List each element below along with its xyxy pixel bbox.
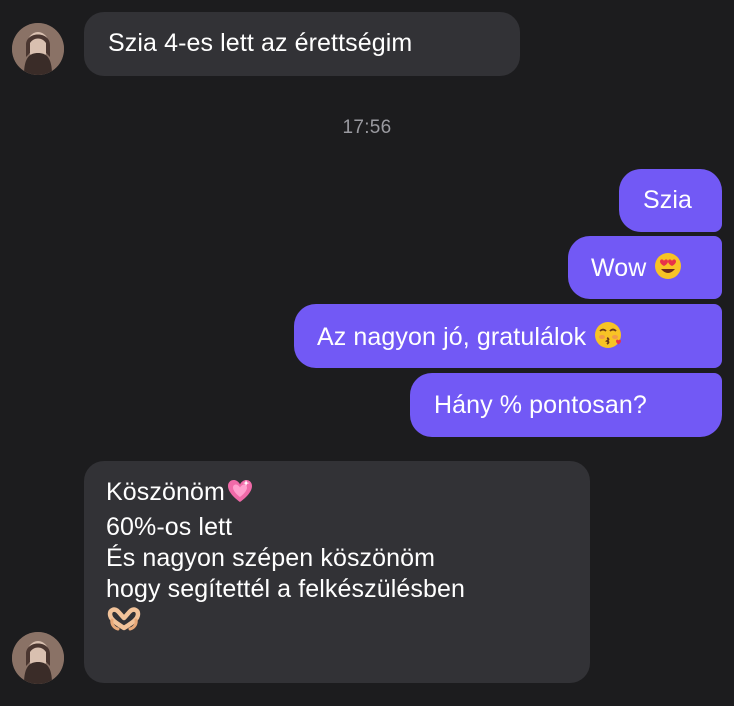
contact-avatar[interactable] [12, 23, 64, 75]
timestamp: 17:56 [342, 117, 392, 138]
outgoing-message-bubble[interactable]: Wow [568, 236, 722, 299]
message-line: Köszönöm [106, 477, 590, 512]
message-line [106, 605, 590, 640]
message-text: Szia [643, 186, 693, 214]
outgoing-message-bubble[interactable]: Hány % pontosan? [410, 373, 722, 437]
incoming-message-bubble[interactable]: Szia 4-es lett az érettségim [84, 12, 520, 76]
heart-hands-emoji [106, 606, 142, 640]
kissing-closed-eyes-emoji [594, 321, 624, 357]
message-line: 60%-os lett [106, 513, 233, 541]
message-text: Szia 4-es lett az érettségim [108, 29, 413, 57]
sparkling-heart-emoji [226, 477, 254, 512]
message-text: Wow [591, 254, 647, 282]
outgoing-message-bubble[interactable]: Az nagyon jó, gratulálok [294, 304, 722, 368]
heart-eyes-emoji [654, 252, 682, 288]
message-text: Az nagyon jó, gratulálok [317, 323, 587, 351]
message-text: Hány % pontosan? [434, 391, 647, 419]
contact-avatar[interactable] [12, 632, 64, 684]
outgoing-message-bubble[interactable]: Szia [619, 169, 722, 232]
incoming-message-bubble[interactable]: Köszönöm 60%-os lett És nagyon szépen kö… [84, 461, 590, 683]
message-line: És nagyon szépen köszönöm [106, 544, 436, 572]
message-line: hogy segítettél a felkészülésben [106, 575, 465, 603]
